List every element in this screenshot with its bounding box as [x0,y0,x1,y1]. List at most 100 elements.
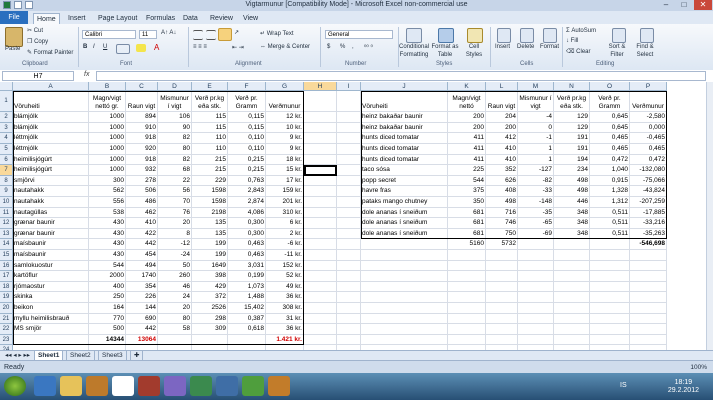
copy-button[interactable]: ❐ Copy [27,38,48,45]
empty-cell[interactable] [361,271,448,282]
value-cell[interactable]: 410 [486,144,518,155]
empty-cell[interactable] [337,260,361,272]
empty-cell[interactable] [590,250,630,261]
empty-cell[interactable] [590,260,630,272]
product-name-cell[interactable]: maísbaunir [13,250,89,261]
empty-cell[interactable] [448,281,486,293]
value-cell[interactable]: 1 [518,144,554,155]
row-header[interactable]: 13 [0,228,13,240]
paste-icon[interactable] [5,27,23,47]
row-header[interactable]: 12 [0,218,13,229]
app-taskbar-icon[interactable] [190,376,212,396]
column-header[interactable]: D [158,82,192,91]
empty-cell[interactable] [590,271,630,282]
value-cell[interactable]: 56 [158,186,192,197]
value-cell[interactable]: 0,511 [590,218,630,229]
empty-cell[interactable] [337,91,361,113]
empty-cell[interactable] [518,313,554,325]
value-cell[interactable]: -2,580 [630,112,667,123]
value-cell[interactable]: 10 kr. [266,122,304,134]
formula-input[interactable] [96,71,706,81]
tab-formulas[interactable]: Formulas [146,13,175,24]
value-cell[interactable]: -33 [518,186,554,197]
borders-icon[interactable] [116,44,130,54]
product-name-cell[interactable]: blámjólk [13,112,89,123]
row-header[interactable]: 22 [0,324,13,335]
value-cell[interactable]: 498 [554,175,590,187]
product-name-cell[interactable]: heimilisjógúrt [13,165,89,176]
format-cells-icon[interactable] [543,28,557,43]
value-cell[interactable]: 0,465 [630,144,667,155]
paste-label[interactable]: Paste [5,46,20,52]
align-left-icon[interactable]: ≡ ≡ ≡ [193,44,207,50]
word-taskbar-icon[interactable] [216,376,238,396]
active-cell-outline[interactable] [304,165,337,176]
empty-cell[interactable] [304,91,337,113]
value-cell[interactable]: 0,472 [630,154,667,166]
grow-font-icon[interactable]: A↑ A↓ [161,30,176,36]
find-select-button[interactable]: Find & Select [631,43,659,59]
value-cell[interactable]: 1000 [89,144,126,155]
value-cell[interactable]: 544 [448,175,486,187]
empty-cell[interactable] [518,292,554,303]
value-cell[interactable]: -1 [518,133,554,144]
empty-cell[interactable] [554,250,590,261]
value-cell[interactable]: 152 kr. [266,260,304,272]
row-header[interactable]: 17 [0,271,13,282]
empty-cell[interactable] [337,324,361,335]
value-cell[interactable]: 225 [448,165,486,176]
align-top-icon[interactable] [193,30,203,40]
empty-cell[interactable] [486,260,518,272]
value-cell[interactable]: 50 [158,260,192,272]
value-cell[interactable]: -148 [518,197,554,208]
conditional-formatting-icon[interactable] [406,28,422,43]
value-cell[interactable]: 918 [126,154,158,166]
fill-color-icon[interactable] [136,44,146,52]
value-cell[interactable]: 1000 [89,133,126,144]
column-header[interactable]: A [13,82,89,91]
empty-cell[interactable] [361,239,448,250]
product-name-cell[interactable]: MS smjör [13,324,89,335]
row-header[interactable]: 20 [0,303,13,314]
value-cell[interactable]: 194 [554,154,590,166]
value-cell[interactable]: 500 [89,324,126,335]
empty-cell[interactable] [590,334,630,346]
empty-cell[interactable] [304,303,337,314]
empty-cell[interactable] [304,228,337,240]
value-cell[interactable]: 229 [192,175,228,187]
empty-cell[interactable] [337,313,361,325]
row-header[interactable]: 11 [0,207,13,219]
value-cell[interactable]: 0,463 [228,250,266,261]
empty-cell[interactable] [304,197,337,208]
total-cell[interactable]: 1.421 kr. [266,334,304,346]
vertical-scrollbar[interactable] [706,82,713,350]
empty-cell[interactable] [304,122,337,134]
value-cell[interactable]: 372 [192,292,228,303]
empty-cell[interactable] [304,271,337,282]
product-name-cell[interactable]: hunts diced tomatar [361,133,448,144]
value-cell[interactable]: 0,115 [228,112,266,123]
table-header-cell[interactable]: Raun vigt [486,91,518,113]
total-cell[interactable]: 13064 [126,334,158,346]
empty-cell[interactable] [486,292,518,303]
row-header[interactable]: 8 [0,175,13,187]
tab-view[interactable]: View [243,13,258,24]
fill-button[interactable]: ↓ Fill [566,38,578,44]
name-box[interactable]: H7 [2,71,74,81]
table-header-cell[interactable]: Verð pr. Gramm [228,91,266,113]
empty-cell[interactable] [304,112,337,123]
start-button[interactable] [4,376,26,396]
empty-cell[interactable] [448,250,486,261]
font-name-combo[interactable]: Calibri [82,30,136,39]
value-cell[interactable]: 68 [158,165,192,176]
value-cell[interactable]: 398 [192,271,228,282]
empty-cell[interactable] [518,324,554,335]
empty-cell[interactable] [630,292,667,303]
value-cell[interactable]: 0,215 [228,165,266,176]
empty-cell[interactable] [486,334,518,346]
value-cell[interactable]: 918 [126,133,158,144]
conditional-formatting-button[interactable]: Conditional Formatting [398,43,430,59]
value-cell[interactable]: -24 [158,250,192,261]
value-cell[interactable]: 36 kr. [266,292,304,303]
value-cell[interactable]: 410 [126,218,158,229]
